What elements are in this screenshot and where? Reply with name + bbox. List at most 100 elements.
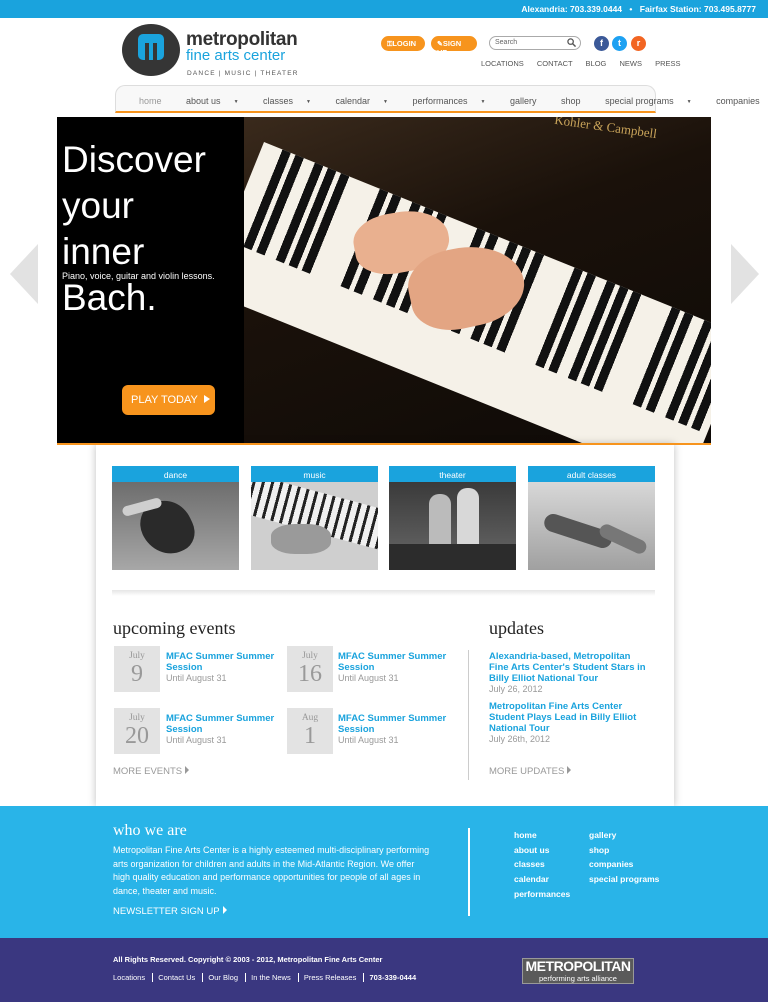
event-item: MFAC Summer Summer Session Until August … [338, 651, 458, 683]
play-today-button[interactable]: PLAY TODAY [122, 385, 215, 415]
footer-link-locations[interactable]: Locations [113, 973, 150, 982]
column-divider [468, 650, 469, 780]
event-date-badge: Aug 1 [287, 708, 333, 754]
nav-label: companies [716, 96, 760, 106]
event-title-link[interactable]: MFAC Summer Summer Session [166, 651, 286, 673]
footer-link-our-blog[interactable]: Our Blog [202, 973, 244, 982]
login-label: LOGIN [392, 39, 417, 48]
events-title: upcoming events [113, 618, 236, 638]
rss-icon[interactable]: r [631, 36, 646, 51]
footer-link-special-programs[interactable]: special programs [589, 872, 659, 887]
nav-item-gallery[interactable]: gallery [510, 96, 548, 106]
util-link-press[interactable]: PRESS [655, 59, 680, 68]
footer-link-press-releases[interactable]: Press Releases [297, 973, 362, 982]
update-title-link[interactable]: Metropolitan Fine Arts Center Student Pl… [489, 701, 649, 734]
footer [0, 938, 768, 1002]
category-music[interactable]: music [251, 466, 378, 570]
topbar-separator: • [629, 4, 633, 14]
util-link-contact[interactable]: CONTACT [537, 59, 573, 68]
footer-links-col1: home about us classes calendar performan… [514, 828, 570, 902]
utility-links: LOCATIONS CONTACT BLOG NEWS PRESS [474, 59, 681, 68]
copyright-text: All Rights Reserved. Copyright © 2003 - … [113, 955, 383, 964]
footer-link-gallery[interactable]: gallery [589, 828, 659, 843]
updates-title: updates [489, 618, 544, 638]
footer-link-calendar[interactable]: calendar [514, 872, 570, 887]
nav-label: classes [263, 96, 294, 106]
nav-label: performances [412, 96, 468, 106]
hand-image [271, 524, 331, 554]
search-placeholder: Search [495, 39, 518, 46]
footer-column-divider [468, 828, 470, 916]
event-title-link[interactable]: MFAC Summer Summer Session [338, 713, 458, 735]
more-updates-link[interactable]: MORE UPDATES [489, 766, 572, 777]
adult-classes-photo [528, 482, 655, 570]
footer-phone[interactable]: 703-339-0444 [363, 973, 422, 982]
arrow-right-icon [222, 906, 227, 914]
util-link-news[interactable]: NEWS [619, 59, 642, 68]
update-date: July 26th, 2012 [489, 734, 551, 744]
nav-item-shop[interactable]: shop [561, 96, 592, 106]
chevron-down-icon: ▼ [383, 98, 388, 105]
carousel-prev-arrow-icon[interactable] [10, 244, 38, 304]
footer-link-contact-us[interactable]: Contact Us [152, 973, 201, 982]
logo-m-icon [138, 34, 164, 60]
who-we-are-title: who we are [113, 822, 187, 839]
event-title-link[interactable]: MFAC Summer Summer Session [166, 713, 286, 735]
hero-divider [57, 443, 711, 445]
alexandria-phone[interactable]: Alexandria: 703.339.0444 [521, 4, 622, 14]
event-title-link[interactable]: MFAC Summer Summer Session [338, 651, 458, 673]
facebook-icon[interactable]: f [594, 36, 609, 51]
util-link-blog[interactable]: BLOG [586, 59, 607, 68]
partner-subtitle: performing arts alliance [539, 974, 617, 983]
arrow-right-icon [185, 766, 190, 774]
category-adult-classes[interactable]: adult classes [528, 466, 655, 570]
nav-item-companies[interactable]: companies▼ [716, 96, 768, 106]
footer-link-classes[interactable]: classes [514, 857, 570, 872]
carousel-next-arrow-icon[interactable] [731, 244, 759, 304]
footer-link-performances[interactable]: performances [514, 887, 570, 902]
hero-title: Discover your inner Bach. [62, 137, 242, 321]
fairfax-phone[interactable]: Fairfax Station: 703.495.8777 [640, 4, 756, 14]
footer-links-col2: gallery shop companies special programs [589, 828, 659, 887]
event-until: Until August 31 [166, 735, 227, 745]
nav-label: shop [561, 96, 581, 106]
hero-title-line: Discover [62, 139, 206, 180]
util-link-locations[interactable]: LOCATIONS [481, 59, 524, 68]
more-updates-label: MORE UPDATES [489, 766, 565, 777]
login-button[interactable]: ⚿LOGIN [381, 36, 425, 51]
theater-photo [389, 482, 516, 570]
footer-link-home[interactable]: home [514, 828, 570, 843]
footer-link-companies[interactable]: companies [589, 857, 659, 872]
logo-subtitle[interactable]: fine arts center [186, 47, 285, 64]
event-date-badge: July 20 [114, 708, 160, 754]
twitter-icon[interactable]: t [612, 36, 627, 51]
play-icon [203, 395, 210, 403]
category-theater[interactable]: theater [389, 466, 516, 570]
event-month: July [129, 713, 145, 723]
nav-item-performances[interactable]: performances ▼ [413, 96, 497, 106]
footer-link-about-us[interactable]: about us [514, 843, 570, 858]
newsletter-signup-link[interactable]: NEWSLETTER SIGN UP [113, 906, 227, 917]
update-title-link[interactable]: Alexandria-based, Metropolitan Fine Arts… [489, 651, 649, 684]
hero-piano-image: Kohler & Campbell [244, 117, 711, 444]
nav-item-calendar[interactable]: calendar ▼ [336, 96, 399, 106]
nav-item-home[interactable]: home [139, 96, 173, 106]
top-contact-bar: Alexandria: 703.339.0444 • Fairfax Stati… [0, 0, 768, 18]
footer-link-in-the-news[interactable]: In the News [245, 973, 296, 982]
section-divider [112, 590, 655, 596]
event-month: Aug [301, 713, 319, 723]
event-item: MFAC Summer Summer Session Until August … [166, 651, 286, 683]
nav-item-special-programs[interactable]: special programs ▼ [605, 96, 702, 106]
search-icon[interactable] [567, 38, 576, 47]
footer-link-shop[interactable]: shop [589, 843, 659, 858]
signup-button[interactable]: ✎SIGN UP [431, 36, 477, 57]
category-dance[interactable]: dance [112, 466, 239, 570]
more-events-link[interactable]: MORE EVENTS [113, 766, 190, 777]
update-item: Alexandria-based, Metropolitan Fine Arts… [489, 651, 649, 694]
event-until: Until August 31 [338, 673, 399, 683]
event-until: Until August 31 [166, 673, 227, 683]
update-date: July 26, 2012 [489, 684, 543, 694]
partner-logo[interactable]: METROPOLITAN performing arts alliance [522, 958, 634, 984]
nav-item-classes[interactable]: classes ▼ [263, 96, 322, 106]
nav-item-about-us[interactable]: about us ▼ [186, 96, 249, 106]
